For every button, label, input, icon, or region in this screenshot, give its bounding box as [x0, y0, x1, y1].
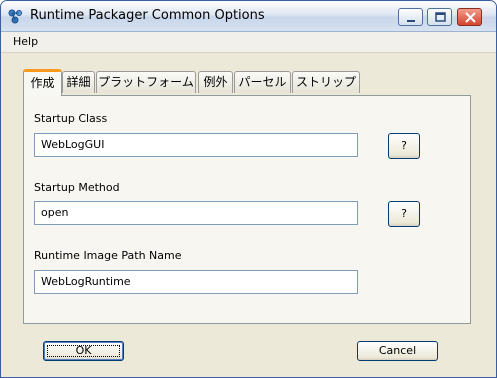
cancel-label: Cancel [378, 344, 417, 357]
startup-class-field[interactable]: WebLogGUI [34, 133, 358, 157]
maximize-icon [435, 12, 446, 22]
minimize-button[interactable] [398, 8, 423, 26]
cancel-button[interactable]: Cancel [357, 341, 438, 361]
tab-strip-options[interactable]: ストリップ [292, 71, 360, 93]
tab-platform[interactable]: プラットフォーム [96, 71, 196, 93]
minimize-icon [407, 20, 415, 22]
title-bar[interactable]: Runtime Packager Common Options [1, 1, 496, 32]
menu-bar: Help [1, 32, 496, 53]
startup-method-label: Startup Method [34, 181, 120, 194]
maximize-button[interactable] [427, 8, 452, 26]
tab-parcels[interactable]: パーセル [234, 71, 291, 93]
startup-class-label: Startup Class [34, 112, 108, 125]
close-button[interactable] [457, 8, 482, 26]
ok-button[interactable]: OK [43, 341, 124, 361]
menu-help[interactable]: Help [13, 35, 38, 48]
close-icon [465, 12, 476, 23]
tab-create[interactable]: 作成 [23, 69, 62, 96]
startup-method-field[interactable]: open [34, 201, 358, 225]
tab-details[interactable]: 詳細 [62, 71, 95, 93]
runtime-packager-icon [8, 9, 22, 24]
startup-method-help-button[interactable]: ? [388, 201, 420, 227]
image-path-field[interactable]: WebLogRuntime [34, 270, 358, 294]
dialog-window: Runtime Packager Common Options Help 作成 … [0, 0, 497, 378]
tab-panel-create: Startup Class WebLogGUI ? Startup Method… [23, 95, 471, 324]
window-title: Runtime Packager Common Options [30, 8, 265, 23]
focus-ring [47, 345, 120, 357]
image-path-label: Runtime Image Path Name [34, 249, 182, 262]
startup-class-help-button[interactable]: ? [388, 133, 420, 159]
tab-exceptions[interactable]: 例外 [198, 71, 233, 93]
